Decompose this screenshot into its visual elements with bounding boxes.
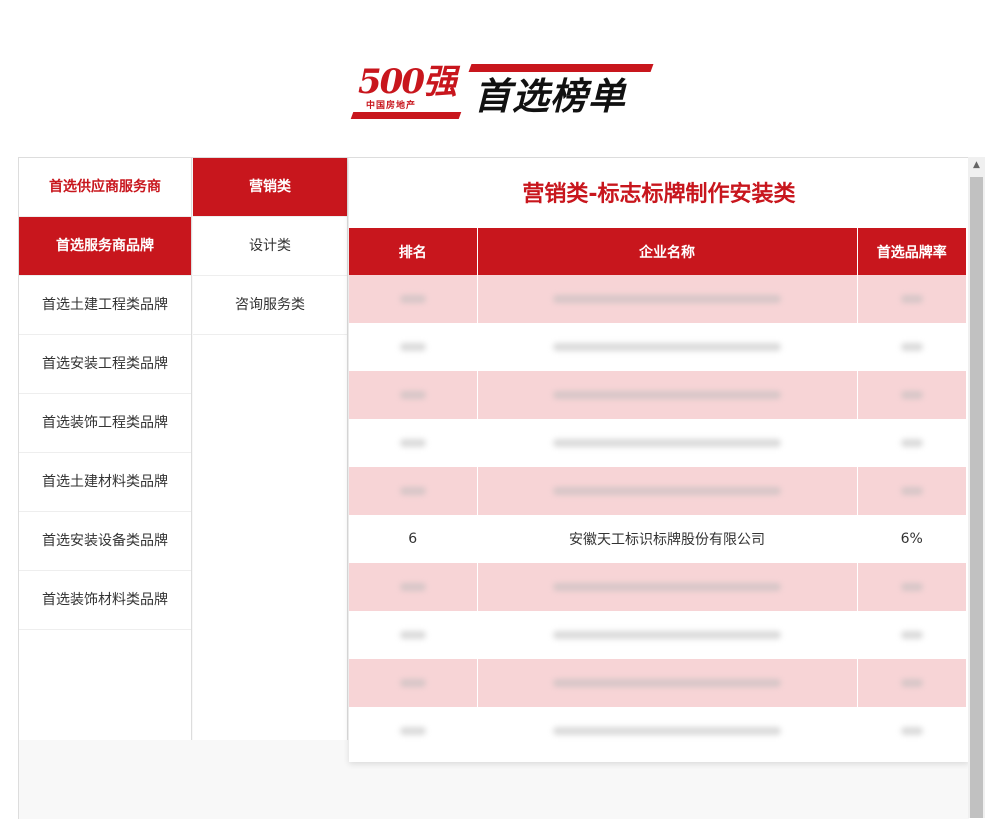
cell-rank (349, 659, 478, 707)
panel-title: 营销类-标志标牌制作安装类 (522, 182, 796, 207)
blurred-placeholder (400, 439, 426, 447)
secondary-nav: 营销类 设计类 咨询服务类 (193, 158, 348, 740)
blurred-placeholder (900, 391, 923, 399)
cell-company (477, 611, 858, 659)
blurred-placeholder (553, 727, 781, 735)
blurred-placeholder (900, 343, 923, 351)
cell-rate (857, 371, 966, 419)
cell-company (477, 659, 858, 707)
cell-rank (349, 275, 478, 323)
cell-rate: 6% (857, 515, 966, 563)
nav-primary-item[interactable]: 首选安装工程类品牌 (19, 335, 191, 394)
page-title: 首选榜单 (474, 75, 626, 118)
cell-company (477, 467, 858, 515)
cell-rate (857, 467, 966, 515)
blurred-placeholder (900, 727, 923, 735)
nav-primary-item[interactable]: 首选装饰材料类品牌 (19, 571, 191, 630)
cell-rank (349, 611, 478, 659)
blurred-placeholder (400, 631, 426, 639)
cell-rate (857, 419, 966, 467)
table-row (349, 467, 966, 515)
nav-secondary-item[interactable]: 营销类 (193, 158, 347, 217)
cell-rate (857, 275, 966, 323)
blurred-placeholder (900, 295, 923, 303)
cell-rank: 6 (349, 515, 478, 563)
table-row (349, 563, 966, 611)
blurred-placeholder (553, 343, 781, 351)
blurred-placeholder (900, 439, 923, 447)
nav-secondary-item[interactable]: 咨询服务类 (193, 276, 347, 335)
table-row (349, 371, 966, 419)
blurred-placeholder (400, 343, 426, 351)
blurred-placeholder (553, 439, 781, 447)
blurred-placeholder (553, 391, 781, 399)
vertical-scrollbar[interactable]: ▲ (968, 157, 985, 818)
nav-primary-item[interactable]: 首选安装设备类品牌 (19, 512, 191, 571)
blurred-placeholder (553, 631, 781, 639)
cell-rank (349, 371, 478, 419)
ranking-frame: 首选供应商服务商 首选服务商品牌 首选土建工程类品牌 首选安装工程类品牌 首选装… (18, 157, 969, 819)
scroll-up-arrow-icon[interactable]: ▲ (968, 157, 985, 174)
table-row: 6 安徽天工标识标牌股份有限公司 6% (349, 515, 966, 563)
blurred-placeholder (553, 583, 781, 591)
blurred-placeholder (400, 727, 426, 735)
cell-rate (857, 659, 966, 707)
cell-company: 安徽天工标识标牌股份有限公司 (477, 515, 858, 563)
nav-primary-item[interactable]: 首选服务商品牌 (19, 217, 191, 276)
cell-rate (857, 563, 966, 611)
table-row (349, 323, 966, 371)
cell-company (477, 563, 858, 611)
blurred-placeholder (400, 391, 426, 399)
nav-primary-item[interactable]: 首选土建材料类品牌 (19, 453, 191, 512)
blurred-placeholder (900, 631, 923, 639)
nav-primary-item[interactable]: 首选供应商服务商 (19, 158, 191, 217)
header-rank: 排名 (349, 228, 478, 275)
blurred-placeholder (900, 679, 923, 687)
primary-nav: 首选供应商服务商 首选服务商品牌 首选土建工程类品牌 首选安装工程类品牌 首选装… (19, 158, 192, 740)
header-company: 企业名称 (477, 228, 858, 275)
blurred-placeholder (553, 295, 781, 303)
table-row (349, 659, 966, 707)
table-row (349, 707, 966, 755)
nav-primary-item[interactable]: 首选土建工程类品牌 (19, 276, 191, 335)
brand-logo: 500强 中国房地产 首选榜单 (350, 62, 654, 124)
blurred-placeholder (553, 679, 781, 687)
cell-rank (349, 563, 478, 611)
cell-rank (349, 323, 478, 371)
logo-number: 500强 (358, 62, 457, 102)
ranking-table: 排名 企业名称 首选品牌率 6 安徽天工标识标牌股份有限公司 6% (349, 228, 966, 755)
cell-company (477, 275, 858, 323)
cell-company (477, 419, 858, 467)
cell-rank (349, 467, 478, 515)
table-row (349, 419, 966, 467)
blurred-placeholder (900, 583, 923, 591)
table-row (349, 611, 966, 659)
cell-rank (349, 419, 478, 467)
logo-subtitle: 中国房地产 (366, 101, 417, 111)
table-header-row: 排名 企业名称 首选品牌率 (349, 228, 966, 275)
cell-rate (857, 611, 966, 659)
cell-rate (857, 707, 966, 755)
blurred-placeholder (900, 487, 923, 495)
blurred-placeholder (400, 679, 426, 687)
blurred-placeholder (553, 487, 781, 495)
logo-bar-right (468, 64, 654, 72)
logo-bar-left (350, 112, 462, 119)
blurred-placeholder (400, 487, 426, 495)
nav-primary-item[interactable]: 首选装饰工程类品牌 (19, 394, 191, 453)
cell-rank (349, 707, 478, 755)
cell-company (477, 323, 858, 371)
scroll-thumb[interactable] (970, 177, 983, 818)
cell-company (477, 707, 858, 755)
cell-company (477, 371, 858, 419)
blurred-placeholder (400, 295, 426, 303)
cell-rate (857, 323, 966, 371)
nav-secondary-item[interactable]: 设计类 (193, 217, 347, 276)
header-rate: 首选品牌率 (857, 228, 966, 275)
table-row (349, 275, 966, 323)
ranking-panel: 营销类-标志标牌制作安装类 排名 企业名称 首选品牌率 6 安徽天工标识标牌股份有… (349, 158, 969, 762)
blurred-placeholder (400, 583, 426, 591)
